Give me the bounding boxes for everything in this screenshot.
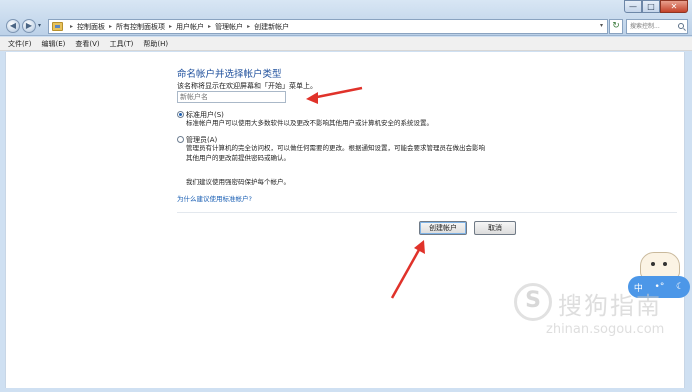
- minimize-button[interactable]: —: [624, 0, 642, 13]
- menu-view[interactable]: 查看(V): [75, 39, 99, 49]
- menu-file[interactable]: 文件(F): [8, 39, 32, 49]
- cancel-button[interactable]: 取消: [474, 221, 516, 235]
- chevron-right-icon[interactable]: ▸: [70, 23, 73, 30]
- chevron-right-icon[interactable]: ▸: [169, 23, 172, 30]
- content-pane: 命名帐户并选择帐户类型 该名称将显示在欢迎屏幕和「开始」菜单上。 标准用户(S)…: [5, 52, 685, 388]
- menu-edit[interactable]: 编辑(E): [42, 39, 66, 49]
- search-icon[interactable]: [678, 23, 684, 29]
- standard-user-description: 标准帐户用户可以使用大多数软件以及更改不影响其他用户或计算机安全的系统设置。: [186, 119, 433, 127]
- chevron-right-icon[interactable]: ▸: [208, 23, 211, 30]
- chevron-right-icon[interactable]: ▸: [247, 23, 250, 30]
- close-button[interactable]: ✕: [660, 0, 688, 13]
- create-account-button[interactable]: 创建帐户: [419, 221, 467, 235]
- page-title: 命名帐户并选择帐户类型: [177, 69, 282, 80]
- title-bar: — □ ✕ ◀ ▶ ▾ ▸ 控制面板 ▸ 所有控制面板项 ▸ 用户帐户 ▸ 管理…: [0, 0, 692, 36]
- watermark-text: 搜狗指南: [558, 292, 662, 320]
- search-input[interactable]: 搜索控制...: [626, 19, 688, 34]
- watermark-url: zhinan.sogou.com: [546, 322, 665, 337]
- window-controls: — □ ✕: [624, 0, 688, 13]
- menu-tools[interactable]: 工具(T): [110, 39, 134, 49]
- control-panel-icon: [52, 22, 63, 31]
- standard-user-radio[interactable]: [177, 111, 184, 118]
- administrator-description-line2: 其他用户的更改前提供密码或确认。: [186, 154, 290, 162]
- sogou-logo-icon: S: [514, 283, 552, 321]
- divider: [177, 212, 677, 213]
- chevron-down-icon[interactable]: ▾: [600, 22, 603, 29]
- forward-button[interactable]: ▶: [22, 19, 36, 33]
- password-recommendation: 我们建议使用强密码保护每个帐户。: [186, 178, 290, 186]
- chevron-right-icon[interactable]: ▸: [109, 23, 112, 30]
- breadcrumb-control-panel[interactable]: 控制面板: [77, 22, 105, 32]
- name-instruction: 该名称将显示在欢迎屏幕和「开始」菜单上。: [177, 82, 317, 90]
- breadcrumb-manage-accounts[interactable]: 管理帐户: [215, 22, 243, 32]
- breadcrumb-all-items[interactable]: 所有控制面板项: [116, 22, 165, 32]
- breadcrumb-create-account[interactable]: 创建新帐户: [254, 22, 289, 32]
- maximize-button[interactable]: □: [642, 0, 660, 13]
- address-bar[interactable]: ▸ 控制面板 ▸ 所有控制面板项 ▸ 用户帐户 ▸ 管理帐户 ▸ 创建新帐户 ▾: [48, 19, 608, 34]
- menu-bar: 文件(F) 编辑(E) 查看(V) 工具(T) 帮助(H): [0, 37, 692, 51]
- recent-pages-dropdown[interactable]: ▾: [38, 22, 41, 29]
- administrator-radio[interactable]: [177, 136, 184, 143]
- administrator-description-line1: 管理员有计算机的完全访问权，可以做任何需要的更改。根据通知设置，可能会要求管理员…: [186, 144, 485, 152]
- refresh-button[interactable]: ↻: [609, 19, 623, 34]
- account-name-input[interactable]: [177, 91, 286, 103]
- moon-icon[interactable]: ☾: [676, 282, 684, 292]
- why-standard-account-link[interactable]: 为什么建议使用标准帐户?: [177, 193, 252, 203]
- breadcrumb-user-accounts[interactable]: 用户帐户: [176, 22, 204, 32]
- search-placeholder: 搜索控制...: [630, 23, 660, 30]
- menu-help[interactable]: 帮助(H): [143, 39, 168, 49]
- back-button[interactable]: ◀: [6, 19, 20, 33]
